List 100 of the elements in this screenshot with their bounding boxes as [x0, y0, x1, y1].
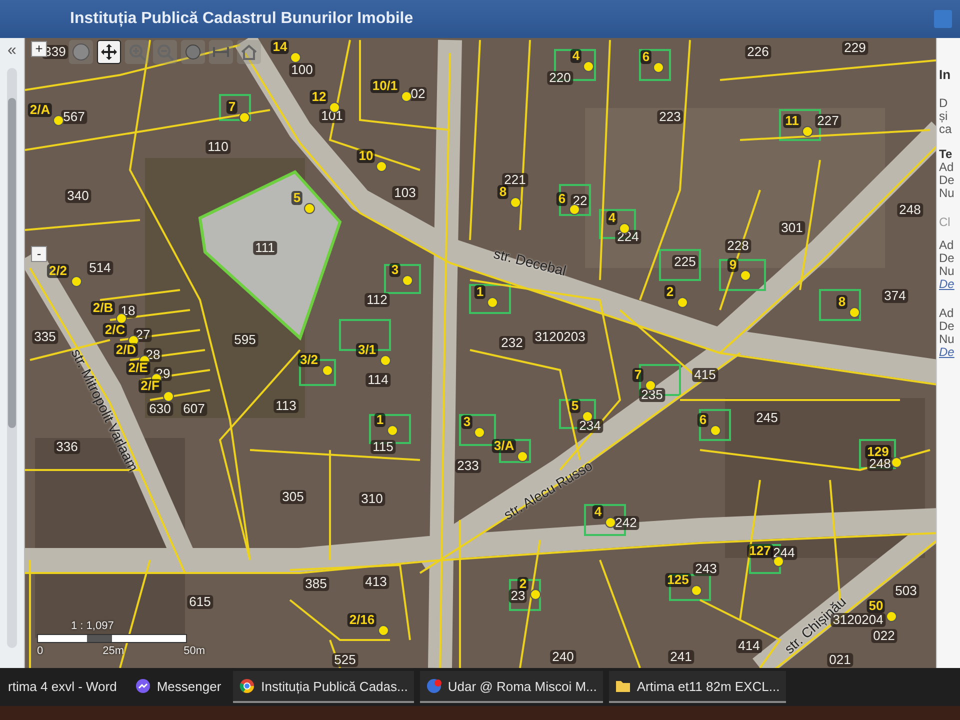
- parcel-number: 248: [897, 203, 923, 217]
- house-number: 129: [865, 445, 891, 459]
- house-number: 125: [665, 573, 691, 587]
- panel-text: Ad: [939, 307, 955, 320]
- panel-text: și: [939, 110, 949, 123]
- house-number: 4: [570, 49, 582, 63]
- parcel-number: 244: [771, 546, 797, 560]
- house-number: 5: [291, 191, 303, 205]
- chat-bubble-icon: [134, 678, 151, 694]
- panel-text: De: [939, 252, 956, 265]
- taskbar-item[interactable]: Messenger: [128, 671, 228, 703]
- parcel-number: 227: [815, 114, 841, 128]
- details-link[interactable]: De: [939, 346, 960, 359]
- panel-text: Ad: [939, 239, 955, 252]
- parcel-number: 114: [366, 373, 390, 387]
- house-number: 3: [389, 263, 401, 277]
- parcel-number: 220: [547, 71, 573, 85]
- house-number: 2/2: [46, 264, 70, 278]
- parcel-number: 514: [87, 261, 113, 275]
- parcel-number: 615: [187, 595, 213, 609]
- parcel-number: 245: [754, 411, 780, 425]
- scrollbar[interactable]: [7, 68, 17, 648]
- scale-label: 50m: [184, 645, 205, 657]
- point-marker-icon[interactable]: [619, 223, 630, 234]
- parcel-number: 240: [550, 650, 576, 664]
- parcel-number: 335: [32, 330, 58, 344]
- pan-icon: [100, 43, 118, 61]
- parcel-number: 100: [289, 63, 315, 77]
- house-number: 2: [664, 285, 676, 299]
- house-number: 1: [474, 285, 486, 299]
- parcel-number: 525: [332, 653, 358, 667]
- house-number: 2/16: [347, 613, 377, 627]
- parcel-number: 385: [303, 577, 329, 591]
- parcel-number: 233: [455, 459, 481, 473]
- app-title: Instituția Publică Cadastrul Bunurilor Imobile: [70, 10, 414, 28]
- parcel-number: 23: [508, 589, 528, 603]
- house-number: 7: [226, 100, 238, 114]
- house-number: 1: [374, 413, 386, 427]
- panel-text: ca: [939, 123, 953, 136]
- house-number: 2/F: [138, 379, 162, 393]
- taskbar-item[interactable]: Udar @ Roma Miscoi M...: [420, 671, 603, 703]
- house-number: 50: [866, 599, 886, 613]
- house-number: 3/2: [298, 353, 320, 367]
- scale-ratio: 1 : 1,097: [71, 620, 115, 632]
- parcel-number: 115: [370, 440, 396, 454]
- scale-label: 25m: [102, 645, 124, 657]
- folder-icon: [614, 678, 631, 694]
- parcel-number: 225: [672, 255, 698, 269]
- house-number: 3/1: [356, 343, 378, 357]
- panel-text: Nu: [939, 187, 956, 200]
- house-number: 2/C: [102, 323, 128, 337]
- parcel-number: 221: [502, 173, 528, 187]
- zoom-in-button[interactable]: +: [31, 41, 47, 57]
- parcel-number: 607: [181, 402, 207, 416]
- parcel-number: 235: [639, 388, 665, 402]
- street-name: str. Decebal: [492, 245, 568, 279]
- parcel-number: 301: [779, 221, 805, 235]
- parcel-number: 110: [206, 140, 230, 154]
- house-number: 8: [836, 295, 848, 309]
- panel-text: Cl: [939, 216, 952, 229]
- house-number: 6: [640, 50, 652, 64]
- home-icon: [240, 43, 258, 61]
- house-number: 3: [461, 415, 473, 429]
- parcel-number: 02: [408, 87, 428, 101]
- parcel-number: 248: [867, 457, 893, 471]
- parcel-number: 336: [54, 440, 80, 454]
- parcel-number: 22: [570, 194, 590, 208]
- house-number: 12: [310, 90, 328, 104]
- parcel-number: 223: [657, 110, 683, 124]
- house-number: 7: [632, 368, 644, 382]
- scale-label: 0: [37, 645, 44, 657]
- zoom-out-button[interactable]: -: [31, 246, 47, 262]
- house-number: 3/A: [492, 439, 516, 453]
- parcel-number: 630: [147, 402, 173, 416]
- panel-text: In: [939, 68, 952, 81]
- panel-text: Ad: [939, 161, 955, 174]
- app-icon: [426, 678, 442, 694]
- aerial-map-drawing[interactable]: [25, 38, 936, 668]
- taskbar-item[interactable]: Instituția Publică Cadas...: [233, 671, 414, 703]
- taskbar-item[interactable]: rtima 4 exvl - Word: [2, 671, 123, 703]
- house-number: 10: [356, 149, 376, 163]
- taskbar-item[interactable]: Artima et11 82m EXCL...: [608, 671, 786, 703]
- zoom-out-icon: [156, 43, 174, 61]
- house-number: 2: [517, 577, 529, 591]
- map-tool-button[interactable]: [97, 40, 121, 64]
- house-number: 2/D: [114, 343, 138, 357]
- parcel-number: 103: [392, 186, 418, 200]
- house-number: 8: [497, 185, 509, 199]
- parcel-number: 243: [693, 562, 719, 576]
- parcel-number: 340: [65, 189, 91, 203]
- house-number: 2/A: [28, 103, 52, 117]
- house-number: 11: [783, 114, 801, 128]
- parcel-number: 242: [613, 516, 639, 530]
- details-link[interactable]: De: [939, 278, 960, 291]
- panel-text: De: [939, 174, 956, 187]
- panel-text: D: [939, 97, 949, 110]
- collapse-button[interactable]: «: [8, 42, 16, 60]
- parcel-number: 234: [577, 419, 603, 433]
- house-number: 4: [606, 211, 618, 225]
- panel-text: Nu: [939, 333, 956, 346]
